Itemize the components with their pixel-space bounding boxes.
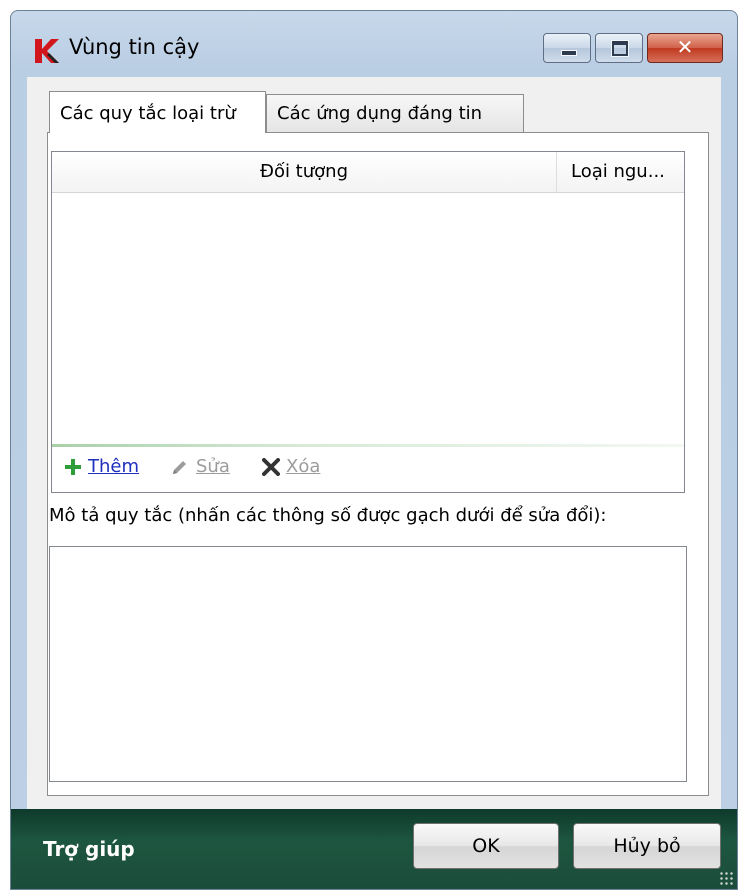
- dialog-footer: Trợ giúp OK Hủy bỏ: [11, 809, 737, 889]
- tab-trusted-applications[interactable]: Các ứng dụng đáng tin: [266, 94, 524, 134]
- exclusion-rules-list[interactable]: Đối tượng Loại ngu... Thêm Sửa Xóa: [51, 151, 685, 493]
- delete-label: Xóa: [286, 456, 321, 477]
- close-button[interactable]: ✕: [647, 33, 723, 63]
- close-icon: ✕: [676, 35, 694, 59]
- pencil-icon: [173, 461, 186, 474]
- delete-button[interactable]: Xóa: [262, 456, 320, 477]
- trusted-zone-window: Vùng tin cậy ✕ Các quy tắc loại trừ Các …: [10, 10, 738, 890]
- window-title: Vùng tin cậy: [69, 35, 200, 59]
- maximize-button[interactable]: [595, 33, 643, 63]
- plus-icon: [65, 459, 81, 475]
- delete-x-icon: [262, 458, 280, 476]
- help-link[interactable]: Trợ giúp: [43, 837, 135, 861]
- cancel-button[interactable]: Hủy bỏ: [573, 823, 721, 869]
- maximize-icon: [612, 41, 628, 56]
- list-divider: [52, 444, 684, 447]
- title-bar[interactable]: Vùng tin cậy ✕: [11, 11, 737, 75]
- add-label: Thêm: [88, 456, 140, 477]
- resize-grip-icon[interactable]: [719, 871, 733, 885]
- minimize-button[interactable]: [543, 33, 591, 63]
- edit-button[interactable]: Sửa: [170, 456, 230, 477]
- column-header-threat-type[interactable]: Loại ngu...: [557, 152, 685, 192]
- add-button[interactable]: Thêm: [64, 456, 139, 477]
- minimize-icon: [561, 50, 577, 56]
- rule-description-box[interactable]: [49, 546, 687, 782]
- kaspersky-logo-icon: [35, 39, 59, 63]
- tab-exclusion-rules[interactable]: Các quy tắc loại trừ: [49, 91, 266, 133]
- list-header: Đối tượng Loại ngu...: [52, 152, 684, 193]
- rule-description-label: Mô tả quy tắc (nhấn các thông số được gạ…: [49, 505, 607, 526]
- column-header-object[interactable]: Đối tượng: [52, 152, 557, 192]
- edit-label: Sửa: [196, 456, 230, 477]
- ok-button[interactable]: OK: [413, 823, 559, 869]
- dialog-client-area: Các quy tắc loại trừ Các ứng dụng đáng t…: [27, 77, 721, 809]
